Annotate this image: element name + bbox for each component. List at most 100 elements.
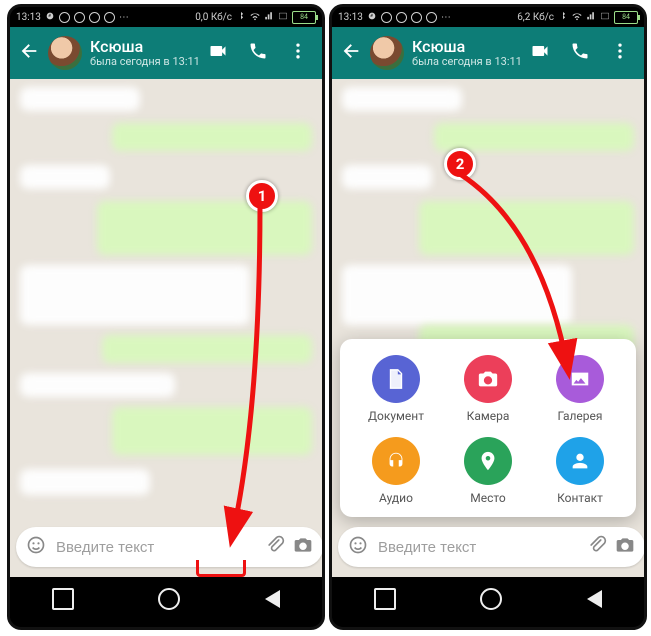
attach-audio[interactable]: Аудио [350, 437, 442, 505]
bluetooth-icon [558, 11, 568, 24]
camera-button[interactable] [615, 535, 635, 559]
emoji-button[interactable] [348, 535, 368, 559]
video-call-button[interactable] [208, 41, 228, 65]
chat-title-block[interactable]: Ксюша была сегодня в 13:11 [90, 38, 208, 68]
message-in [20, 165, 110, 189]
nav-recent-button[interactable] [374, 588, 396, 610]
nav-recent-button[interactable] [52, 588, 74, 610]
attach-camera[interactable]: Камера [442, 355, 534, 423]
wifi-icon [572, 11, 582, 24]
phone-screenshot-2: 13:13 ⋯ 6,2 Кб/с 84 Ксюша [329, 4, 647, 630]
volte-icon [600, 11, 610, 24]
battery-icon: 84 [292, 11, 316, 24]
attach-location[interactable]: Место [442, 437, 534, 505]
status-time: 13:13 [16, 12, 41, 23]
attach-document[interactable]: Документ [350, 355, 442, 423]
notif-icon [381, 12, 392, 23]
attach-gallery[interactable]: Галерея [534, 355, 626, 423]
alarm-icon [367, 11, 377, 24]
avatar[interactable] [48, 36, 82, 70]
attach-label: Место [470, 491, 506, 505]
voice-call-button[interactable] [570, 41, 590, 65]
composer-pill [16, 527, 322, 567]
chat-body[interactable] [10, 79, 322, 577]
chat-header: Ксюша была сегодня в 13:11 [332, 27, 644, 79]
contact-icon [556, 437, 604, 485]
android-nav-bar [10, 577, 322, 621]
message-input[interactable] [376, 538, 579, 557]
nav-home-button[interactable] [480, 588, 502, 610]
message-in [20, 87, 140, 111]
last-seen: была сегодня в 13:11 [90, 56, 208, 68]
attach-label: Камера [467, 409, 510, 423]
notif-icon [426, 12, 437, 23]
message-in [20, 469, 150, 495]
contact-name: Ксюша [412, 38, 530, 56]
message-in [342, 87, 462, 111]
gallery-icon [556, 355, 604, 403]
nav-back-button[interactable] [265, 590, 280, 608]
notif-icon [74, 12, 85, 23]
wifi-icon [250, 11, 260, 24]
signal-icon [586, 11, 596, 24]
attach-label: Галерея [558, 409, 603, 423]
phone-screenshot-1: 13:13 ⋯ 0,0 Кб/с 84 Ксюша [7, 4, 325, 630]
net-speed: 6,2 Кб/с [517, 12, 554, 23]
chat-title-block[interactable]: Ксюша была сегодня в 13:11 [412, 38, 530, 68]
last-seen: была сегодня в 13:11 [412, 56, 530, 68]
notif-icon [411, 12, 422, 23]
message-out [112, 407, 312, 455]
message-input[interactable] [54, 538, 257, 557]
chat-header: Ксюша была сегодня в 13:11 [10, 27, 322, 79]
composer-row [338, 525, 638, 569]
document-icon [372, 355, 420, 403]
overflow-icon: ⋯ [441, 12, 451, 23]
attach-label: Контакт [557, 491, 603, 505]
menu-button[interactable] [610, 41, 630, 65]
notif-icon [89, 12, 100, 23]
audio-icon [372, 437, 420, 485]
back-button[interactable] [18, 40, 40, 66]
nav-home-button[interactable] [158, 588, 180, 610]
message-out [97, 201, 312, 255]
camera-button[interactable] [293, 535, 313, 559]
nav-back-button[interactable] [587, 590, 602, 608]
notif-icon [59, 12, 70, 23]
voice-call-button[interactable] [248, 41, 268, 65]
attach-contact[interactable]: Контакт [534, 437, 626, 505]
annotation-bracket [196, 560, 246, 577]
notif-icon [104, 12, 115, 23]
composer-row [16, 525, 316, 569]
chat-body[interactable]: Документ Камера Галерея Аудио Место Контакт [332, 79, 644, 577]
message-out [112, 123, 312, 151]
attachment-sheet: Документ Камера Галерея Аудио Место Контакт [340, 339, 636, 517]
message-out [102, 335, 312, 363]
attach-label: Документ [368, 409, 424, 423]
status-bar: 13:13 ⋯ 6,2 Кб/с 84 [332, 7, 644, 27]
back-button[interactable] [340, 40, 362, 66]
status-bar: 13:13 ⋯ 0,0 Кб/с 84 [10, 7, 322, 27]
location-icon [464, 437, 512, 485]
net-speed: 0,0 Кб/с [195, 12, 232, 23]
alarm-icon [45, 11, 55, 24]
message-in [342, 265, 572, 325]
bluetooth-icon [236, 11, 246, 24]
composer-pill [338, 527, 644, 567]
attach-button[interactable] [265, 535, 285, 559]
overflow-icon: ⋯ [119, 12, 129, 23]
attach-label: Аудио [379, 491, 413, 505]
attach-button[interactable] [587, 535, 607, 559]
message-in [20, 373, 175, 397]
message-out [419, 201, 634, 255]
message-in [342, 165, 432, 189]
annotation-callout-2: 2 [444, 148, 476, 180]
signal-icon [264, 11, 274, 24]
menu-button[interactable] [288, 41, 308, 65]
emoji-button[interactable] [26, 535, 46, 559]
contact-name: Ксюша [90, 38, 208, 56]
message-in [20, 265, 250, 325]
volte-icon [278, 11, 288, 24]
video-call-button[interactable] [530, 41, 550, 65]
avatar[interactable] [370, 36, 404, 70]
message-out [434, 123, 634, 151]
